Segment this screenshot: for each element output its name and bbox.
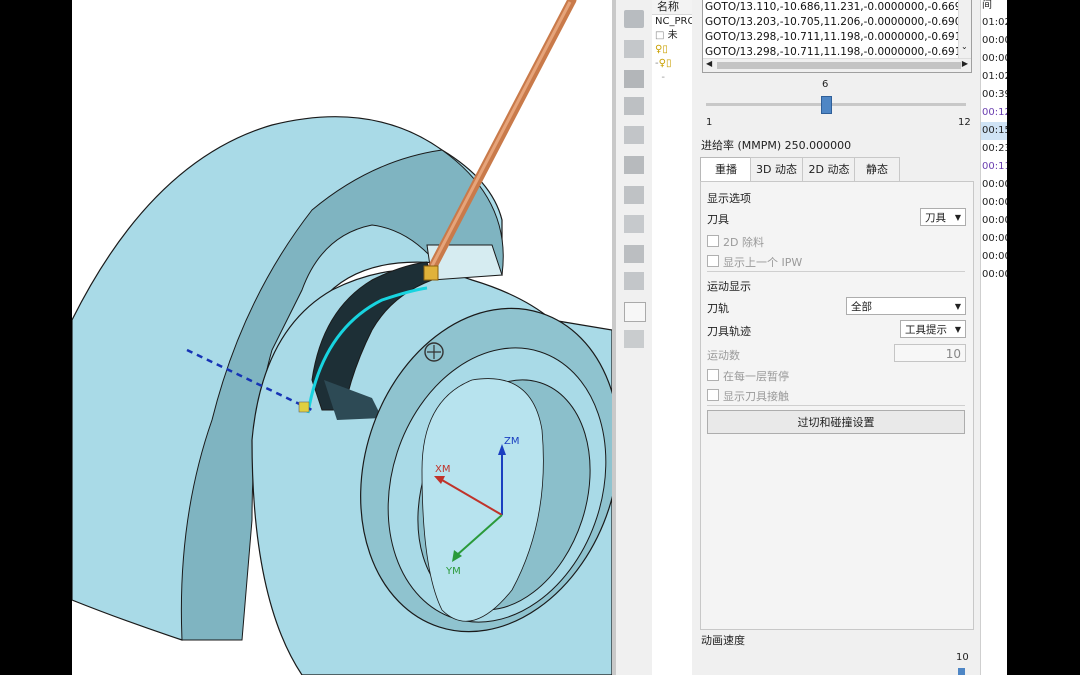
animation-speed-thumb[interactable]	[958, 668, 965, 675]
time-cell: 00:00	[982, 233, 1007, 244]
program-icon[interactable]	[624, 126, 644, 144]
section-divider	[707, 271, 965, 272]
show-prev-ipw-checkbox[interactable]	[707, 255, 719, 267]
blank-icon[interactable]	[624, 302, 646, 322]
visualize-panel: GOTO/13.110,-10.686,11.231,-0.0000000,-0…	[692, 0, 980, 675]
remove-2d-checkbox[interactable]	[707, 235, 719, 247]
tab-replay[interactable]: 重播	[700, 157, 752, 182]
geometry-icon[interactable]	[624, 70, 644, 88]
listing-line: GOTO/13.298,-10.711,11.198,-0.0000000,-0…	[705, 31, 972, 43]
listing-vscroll[interactable]: ⌄	[958, 0, 971, 58]
tool-track-label: 刀具轨迹	[707, 325, 751, 338]
navigator-row[interactable]: -♀▯	[652, 57, 692, 71]
listing-hscroll[interactable]: ◀ ▶	[703, 58, 971, 72]
time-cell: 01:02	[982, 17, 1007, 28]
part-model	[72, 0, 612, 675]
slider-min: 1	[706, 117, 713, 128]
axis-label-xm: XM	[435, 464, 451, 475]
pause-each-layer-label: 在每一层暂停	[723, 370, 789, 383]
time-cell: 00:11	[982, 161, 1007, 172]
operation-navigator[interactable]: 名称 NC_PROG □ 未 ♀▯ -♀▯ -	[652, 0, 693, 675]
time-header: 间	[982, 0, 992, 11]
time-cell: 00:00	[982, 215, 1007, 226]
speed-slider-thumb[interactable]	[821, 96, 832, 114]
navigator-row[interactable]: NC_PROG	[652, 15, 692, 29]
generate-icon[interactable]	[624, 186, 644, 204]
display-options-title: 显示选项	[707, 192, 751, 205]
animation-speed-label: 动画速度	[701, 634, 745, 647]
tool-label: 刀具	[707, 213, 729, 226]
time-column: 间 01:02 00:00 00:00 01:02 00:39 00:12 00…	[980, 0, 1007, 675]
navigator-row[interactable]: ♀▯	[652, 43, 692, 57]
verify-icon[interactable]	[624, 215, 644, 233]
time-cell: 00:12	[982, 107, 1007, 118]
tool-icon[interactable]	[624, 40, 644, 58]
motions-label: 运动数	[707, 349, 740, 362]
navigator-header: 名称	[652, 0, 692, 15]
tool-dropdown[interactable]: 刀具 ▼	[920, 208, 966, 226]
remove-2d-label: 2D 除料	[723, 236, 764, 249]
time-cell: 00:00	[982, 179, 1007, 190]
cut-area-icon[interactable]	[624, 156, 644, 174]
navigator-row[interactable]: -	[652, 71, 692, 85]
listing-line: GOTO/13.203,-10.705,11.206,-0.0000000,-0…	[705, 16, 972, 28]
show-tool-contact-label: 显示刀具接触	[723, 390, 789, 403]
tool-track-dropdown[interactable]: 工具提示 ▼	[900, 320, 966, 338]
motion-display-title: 运动显示	[707, 280, 751, 293]
tab-3d-dynamic[interactable]: 3D 动态	[750, 157, 803, 182]
pause-each-layer-checkbox[interactable]	[707, 369, 719, 381]
list-icon[interactable]	[624, 245, 644, 263]
time-cell: 00:23	[982, 143, 1007, 154]
axis-label-zm: ZM	[504, 436, 520, 447]
replay-tab-body: 显示选项 刀具 刀具 ▼ 2D 除料 显示上一个 IPW 运动显示 刀轨 全部 ▼ …	[700, 181, 974, 630]
toolpath-dropdown[interactable]: 全部 ▼	[846, 297, 966, 315]
gouge-collision-settings-button[interactable]: 过切和碰撞设置	[707, 410, 965, 434]
clsf-listing[interactable]: GOTO/13.110,-10.686,11.231,-0.0000000,-0…	[702, 0, 972, 73]
feed-rate: 进给率 (MMPM) 250.000000	[701, 139, 852, 152]
motions-input[interactable]: 10	[894, 344, 966, 362]
axis-label-ym: YM	[446, 566, 461, 577]
show-tool-contact-checkbox[interactable]	[707, 389, 719, 401]
navigator-row[interactable]: □ 未	[652, 29, 692, 43]
app-window: ZM XM YM 名称 NC_PROG □ 未 ♀▯ -♀▯ - GOTO/13…	[72, 0, 1007, 675]
method-icon[interactable]	[624, 97, 644, 115]
document-icon[interactable]	[624, 330, 644, 348]
slider-max: 12	[958, 117, 971, 128]
time-cell: 00:00	[982, 269, 1007, 280]
resource-toolbar	[616, 0, 653, 675]
graphics-viewport[interactable]: ZM XM YM	[72, 0, 612, 675]
time-cell: 00:00	[982, 35, 1007, 46]
tab-static[interactable]: 静态	[854, 157, 900, 182]
hscroll-thumb[interactable]	[717, 62, 961, 69]
speed-slider-track[interactable]	[706, 103, 966, 106]
toolpath-label: 刀轨	[707, 302, 729, 315]
time-cell: 00:39	[982, 89, 1007, 100]
slider-current: 6	[822, 79, 829, 90]
listing-line: GOTO/13.110,-10.686,11.231,-0.0000000,-0…	[705, 1, 972, 13]
post-icon[interactable]	[624, 272, 644, 290]
time-cell: 00:00	[982, 197, 1007, 208]
time-cell: 01:02	[982, 71, 1007, 82]
operation-icon[interactable]	[624, 10, 644, 28]
time-cell: 00:00	[982, 53, 1007, 64]
section-divider	[707, 405, 965, 406]
animation-speed-value: 10	[956, 652, 969, 663]
time-cell: 00:00	[982, 251, 1007, 262]
tab-2d-dynamic[interactable]: 2D 动态	[802, 157, 856, 182]
show-prev-ipw-label: 显示上一个 IPW	[723, 256, 803, 269]
time-cell: 00:15	[981, 122, 1007, 140]
